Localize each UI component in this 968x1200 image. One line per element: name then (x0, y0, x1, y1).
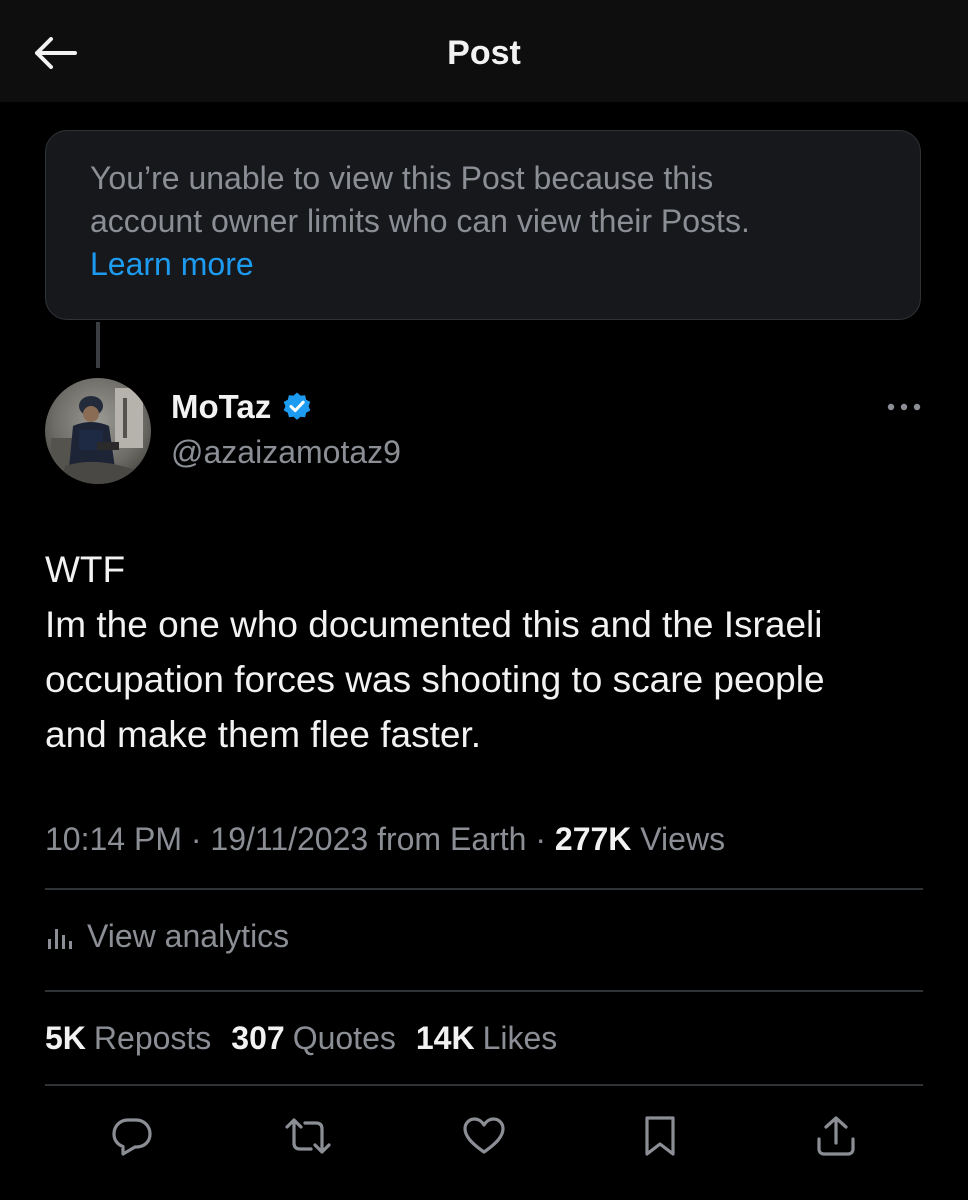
likes-label: Likes (482, 1020, 558, 1056)
engagement-stats: 5K Reposts 307 Quotes 14K Likes (45, 1014, 557, 1062)
view-analytics-label: View analytics (87, 917, 290, 954)
repost-button[interactable] (280, 1108, 336, 1164)
thread-connector-line (96, 322, 100, 368)
reply-button[interactable] (104, 1108, 160, 1164)
post-date[interactable]: 19/11/2023 (210, 821, 368, 857)
action-bar (0, 1108, 968, 1164)
author-handle[interactable]: @azaizamotaz9 (171, 434, 401, 471)
avatar[interactable] (45, 378, 151, 484)
post-text: WTF Im the one who documented this and t… (45, 542, 925, 762)
bookmark-icon (645, 1116, 675, 1156)
notice-text-line-2: account owner limits who can view their … (90, 203, 750, 239)
restricted-post-notice: You’re unable to view this Post because … (45, 130, 921, 320)
post-text-line: and make them flee faster. (45, 714, 482, 755)
divider (45, 1084, 923, 1086)
post-text-line: Im the one who documented this and the I… (45, 604, 823, 645)
post-text-line: occupation forces was shooting to scare … (45, 659, 825, 700)
view-analytics-button[interactable]: View analytics (45, 912, 289, 960)
learn-more-link[interactable]: Learn more (90, 243, 876, 286)
share-icon (817, 1116, 855, 1156)
share-button[interactable] (808, 1108, 864, 1164)
post-time[interactable]: 10:14 PM (45, 821, 182, 857)
reposts-count: 5K (45, 1020, 86, 1056)
heart-icon (463, 1117, 505, 1154)
verified-badge-icon (283, 392, 311, 420)
likes-count: 14K (415, 1020, 475, 1056)
avatar-photo (45, 378, 151, 484)
author-display-name: MoTaz (171, 388, 272, 425)
meta-separator: · (526, 821, 555, 857)
post-meta: 10:14 PM · 19/11/2023 from Earth · 277K … (45, 816, 725, 862)
post-text-line: WTF (45, 549, 126, 590)
divider (45, 888, 923, 890)
more-options-button[interactable] (882, 392, 926, 422)
post-source: from Earth (368, 821, 527, 857)
bookmark-button[interactable] (632, 1108, 688, 1164)
repost-icon (285, 1118, 331, 1154)
like-button[interactable] (456, 1108, 512, 1164)
reposts-stat[interactable]: 5K Reposts (45, 1014, 211, 1062)
quotes-label: Quotes (292, 1020, 396, 1056)
reply-icon (112, 1118, 152, 1156)
reposts-label: Reposts (93, 1020, 212, 1056)
analytics-bars-icon (48, 929, 72, 949)
divider (45, 990, 923, 992)
page-title: Post (447, 34, 521, 72)
likes-stat[interactable]: 14K Likes (416, 1014, 557, 1062)
quotes-stat[interactable]: 307 Quotes (231, 1014, 396, 1062)
top-bar: Post (0, 0, 968, 102)
views-label: Views (631, 821, 726, 857)
more-horizontal-icon (887, 403, 921, 411)
views-count: 277K (554, 821, 632, 857)
author-name-row[interactable]: MoTaz (171, 388, 313, 426)
notice-text-line-1: You’re unable to view this Post because … (90, 160, 714, 196)
meta-separator: · (181, 821, 211, 857)
quotes-count: 307 (231, 1020, 285, 1056)
